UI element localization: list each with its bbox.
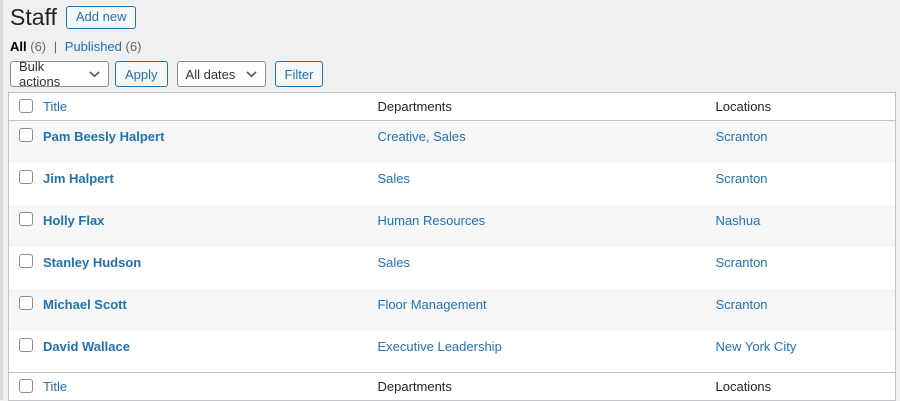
view-separator: | <box>54 39 57 54</box>
department-link[interactable]: Executive Leadership <box>378 339 502 354</box>
column-header-departments: Departments <box>378 93 716 121</box>
table-row: Michael Scott Floor Management Scranton <box>9 289 896 331</box>
department-link[interactable]: Sales <box>378 255 411 270</box>
dates-filter-select[interactable]: All dates <box>177 61 266 87</box>
staff-list-table: Title Departments Locations Pam Beesly H… <box>8 92 896 401</box>
page-header: Staff Add new <box>10 3 900 32</box>
department-link[interactable]: Human Resources <box>378 213 486 228</box>
location-link[interactable]: Scranton <box>716 129 768 144</box>
location-link[interactable]: Scranton <box>716 171 768 186</box>
table-body: Pam Beesly Halpert Creative, Sales Scranto… <box>9 121 896 373</box>
column-footer-departments: Departments <box>378 373 716 401</box>
select-all-checkbox[interactable] <box>19 99 33 113</box>
table-row: Jim Halpert Sales Scranton <box>9 163 896 205</box>
view-all-link[interactable]: All <box>10 39 27 54</box>
table-toolbar: Bulk actions Apply All dates Filter <box>10 61 900 87</box>
left-edge-strip <box>0 0 3 400</box>
table-footer: Title Departments Locations <box>9 373 896 401</box>
staff-title-link[interactable]: Holly Flax <box>43 213 104 228</box>
staff-title-link[interactable]: Pam Beesly Halpert <box>43 129 164 144</box>
table-row: Pam Beesly Halpert Creative, Sales Scranto… <box>9 121 896 163</box>
filter-button[interactable]: Filter <box>275 61 324 87</box>
bulk-actions-selected-value: Bulk actions <box>19 59 83 89</box>
column-footer-locations: Locations <box>716 373 896 401</box>
select-all-checkbox[interactable] <box>19 379 33 393</box>
location-link[interactable]: New York City <box>716 339 797 354</box>
row-checkbox[interactable] <box>19 170 33 184</box>
location-link[interactable]: Nashua <box>716 213 761 228</box>
view-all-count: (6) <box>30 39 46 54</box>
table-row: Holly Flax Human Resources Nashua <box>9 205 896 247</box>
chevron-down-icon <box>246 71 257 78</box>
column-header-locations: Locations <box>716 93 896 121</box>
apply-button[interactable]: Apply <box>115 61 168 87</box>
table-header: Title Departments Locations <box>9 93 896 121</box>
department-link[interactable]: Creative, Sales <box>378 129 466 144</box>
row-checkbox[interactable] <box>19 338 33 352</box>
dates-selected-value: All dates <box>186 67 236 82</box>
staff-title-link[interactable]: Jim Halpert <box>43 171 114 186</box>
add-new-button[interactable]: Add new <box>66 6 137 29</box>
view-published-count: (6) <box>126 39 142 54</box>
row-checkbox[interactable] <box>19 296 33 310</box>
column-footer-title[interactable]: Title <box>43 379 67 394</box>
column-header-title[interactable]: Title <box>43 99 67 114</box>
row-checkbox[interactable] <box>19 212 33 226</box>
view-filter-links: All (6) | Published (6) <box>10 40 900 54</box>
table-row: David Wallace Executive Leadership New Yor… <box>9 331 896 373</box>
staff-title-link[interactable]: Michael Scott <box>43 297 127 312</box>
location-link[interactable]: Scranton <box>716 255 768 270</box>
admin-content: Staff Add new All (6) | Published (6) Bu… <box>0 0 900 401</box>
page-title: Staff <box>10 3 57 32</box>
location-link[interactable]: Scranton <box>716 297 768 312</box>
table-row: Stanley Hudson Sales Scranton <box>9 247 896 289</box>
view-published-link[interactable]: Published <box>65 39 122 54</box>
chevron-down-icon <box>89 71 100 78</box>
bulk-actions-select[interactable]: Bulk actions <box>10 61 109 87</box>
staff-title-link[interactable]: David Wallace <box>43 339 130 354</box>
department-link[interactable]: Sales <box>378 171 411 186</box>
staff-title-link[interactable]: Stanley Hudson <box>43 255 141 270</box>
department-link[interactable]: Floor Management <box>378 297 487 312</box>
row-checkbox[interactable] <box>19 254 33 268</box>
row-checkbox[interactable] <box>19 128 33 142</box>
